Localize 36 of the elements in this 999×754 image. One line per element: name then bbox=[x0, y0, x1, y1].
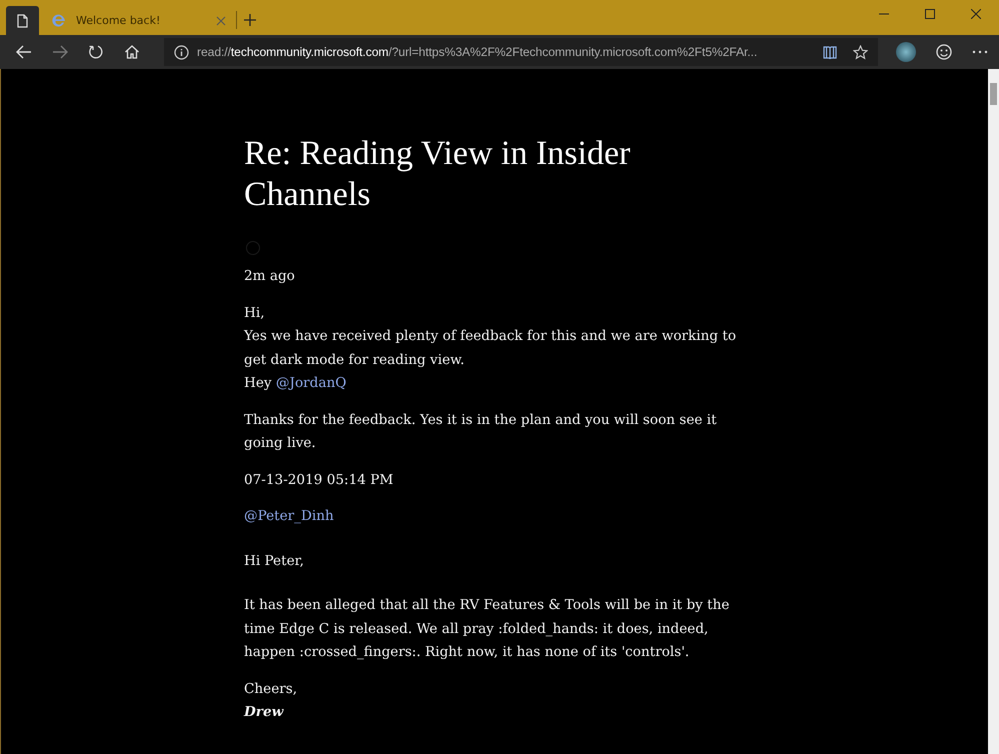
star-icon[interactable] bbox=[853, 44, 868, 60]
article-title: Re: Reading View in Insider Channels bbox=[244, 134, 632, 215]
body-text: It has been alleged that all the RV Features & Tools will be in it by the time Edge C is released. We all pray :folded_hands: it does, indeed, happen :crossed_fingers:. Right now, it has none of its 'controls'. bbox=[244, 596, 730, 662]
browser-tab[interactable] bbox=[6, 6, 39, 35]
body-text: Hi Peter, bbox=[244, 552, 305, 570]
body-text: 07-13-2019 05:14 PM bbox=[244, 470, 394, 490]
body-text: Yes we have received plenty of feedback for this and we are working to get dark mode for reading view. bbox=[244, 327, 738, 370]
browser-logo-icon bbox=[51, 13, 66, 28]
new-tab-icon[interactable] bbox=[243, 13, 257, 27]
forward-icon[interactable] bbox=[52, 45, 68, 59]
scrollbar-thumb[interactable] bbox=[990, 83, 997, 105]
url-text: read://techcommunity.microsoft.com/?url=https%3A%2F%2Ftechcommunity.microsoft.com%2Ft5%2FAr... bbox=[197, 45, 758, 59]
signature-name: Drew bbox=[244, 703, 285, 722]
address-bar[interactable]: read://techcommunity.microsoft.com/?url=https%3A%2F%2Ftechcommunity.microsoft.com%2Ft5%2FAr... bbox=[164, 38, 878, 66]
body-text: Thanks for the feedback. Yes it is in the plan and you will soon see it going live. bbox=[244, 410, 718, 453]
mention-link[interactable]: @Peter_Dinh bbox=[244, 508, 334, 524]
close-tab-icon[interactable] bbox=[216, 16, 226, 26]
browser-tab[interactable]: Welcome back! bbox=[39, 6, 236, 35]
mention-link[interactable]: @JordanQ bbox=[276, 375, 346, 391]
author-icon bbox=[246, 241, 260, 255]
extension-icon[interactable] bbox=[896, 42, 916, 62]
page-icon bbox=[16, 14, 29, 28]
post-time: 2m ago bbox=[244, 267, 296, 286]
home-icon[interactable] bbox=[124, 44, 140, 60]
body-text: Hey bbox=[244, 375, 273, 391]
body-text: Hi, bbox=[244, 304, 266, 322]
info-icon bbox=[174, 44, 189, 60]
maximize-icon[interactable] bbox=[925, 8, 935, 18]
refresh-icon[interactable] bbox=[88, 44, 104, 60]
more-icon[interactable] bbox=[972, 50, 988, 54]
reading-view-icon[interactable] bbox=[823, 46, 837, 58]
scrollbar[interactable] bbox=[988, 69, 999, 754]
close-icon[interactable] bbox=[971, 8, 981, 18]
body-text: Cheers, bbox=[244, 680, 298, 698]
smiley-icon[interactable] bbox=[936, 44, 952, 60]
back-icon[interactable] bbox=[16, 45, 32, 59]
